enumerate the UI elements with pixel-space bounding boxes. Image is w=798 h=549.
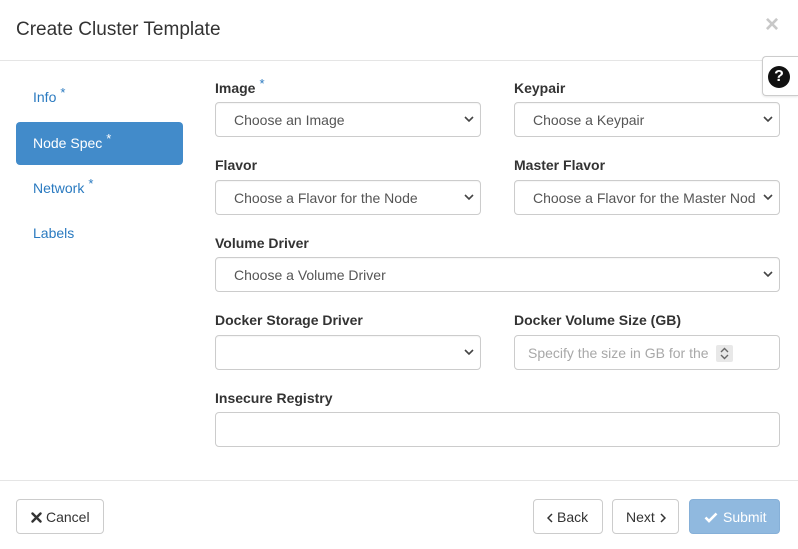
step-network-label: Network bbox=[33, 180, 85, 196]
image-select-value: Choose an Image bbox=[234, 112, 345, 128]
image-label: Image * bbox=[215, 76, 265, 96]
close-icon bbox=[31, 512, 42, 523]
required-marker: * bbox=[60, 85, 66, 100]
chevron-down-icon bbox=[464, 116, 474, 123]
master-flavor-select[interactable]: Choose a Flavor for the Master Nod bbox=[514, 180, 780, 215]
docker-volume-size-input[interactable]: Specify the size in GB for the bbox=[514, 335, 780, 370]
insecure-registry-input[interactable] bbox=[215, 412, 780, 447]
create-cluster-template-dialog: Create Cluster Template × ? Info * Node S… bbox=[0, 0, 798, 549]
docker-volume-size-label: Docker Volume Size (GB) bbox=[514, 312, 682, 328]
step-node-spec[interactable]: Node Spec * bbox=[16, 122, 183, 165]
keypair-select-value: Choose a Keypair bbox=[533, 112, 645, 128]
chevron-down-icon bbox=[763, 271, 773, 278]
step-labels-label: Labels bbox=[33, 225, 75, 241]
docker-storage-driver-select[interactable] bbox=[215, 335, 481, 370]
next-button[interactable]: Next bbox=[612, 499, 679, 534]
step-info-label: Info bbox=[33, 89, 57, 105]
submit-button-label: Submit bbox=[723, 509, 767, 525]
keypair-label: Keypair bbox=[514, 80, 566, 96]
dialog-title: Create Cluster Template bbox=[16, 19, 221, 40]
required-marker: * bbox=[88, 176, 94, 191]
close-icon[interactable]: × bbox=[762, 13, 782, 37]
submit-button[interactable]: Submit bbox=[689, 499, 780, 534]
step-node-spec-label: Node Spec bbox=[33, 135, 103, 151]
back-button[interactable]: Back bbox=[533, 499, 603, 534]
cancel-button-label: Cancel bbox=[46, 509, 90, 525]
step-network[interactable]: Network * bbox=[16, 167, 183, 210]
volume-driver-select-value: Choose a Volume Driver bbox=[234, 267, 386, 283]
volume-driver-label: Volume Driver bbox=[215, 235, 309, 251]
chevron-down-icon bbox=[762, 191, 774, 203]
back-button-label: Back bbox=[557, 509, 589, 525]
flavor-label: Flavor bbox=[215, 157, 258, 173]
required-marker: * bbox=[106, 131, 112, 146]
keypair-select[interactable]: Choose a Keypair bbox=[514, 102, 780, 137]
flavor-select[interactable]: Choose a Flavor for the Node bbox=[215, 180, 481, 215]
volume-driver-select[interactable]: Choose a Volume Driver bbox=[215, 257, 780, 292]
stepper-arrows-icon bbox=[720, 347, 729, 360]
master-flavor-label: Master Flavor bbox=[514, 157, 606, 173]
chevron-right-icon bbox=[660, 513, 666, 523]
number-stepper[interactable] bbox=[716, 345, 733, 362]
flavor-select-value: Choose a Flavor for the Node bbox=[234, 190, 418, 206]
chevron-down-icon bbox=[464, 194, 474, 201]
dialog-footer: Cancel Back Next Submit bbox=[0, 480, 798, 549]
chevron-down-icon bbox=[464, 349, 474, 356]
docker-volume-size-placeholder: Specify the size in GB for the bbox=[528, 345, 709, 361]
image-select[interactable]: Choose an Image bbox=[215, 102, 481, 137]
master-flavor-select-value: Choose a Flavor for the Master Nod bbox=[533, 190, 756, 206]
step-labels[interactable]: Labels bbox=[16, 212, 183, 255]
insecure-registry-label: Insecure Registry bbox=[215, 390, 333, 406]
chevron-down-icon bbox=[763, 116, 773, 123]
cancel-button[interactable]: Cancel bbox=[16, 499, 104, 534]
docker-storage-driver-label: Docker Storage Driver bbox=[215, 312, 363, 328]
dialog-header: Create Cluster Template × bbox=[0, 0, 798, 61]
help-button[interactable]: ? bbox=[762, 56, 798, 96]
required-marker: * bbox=[259, 76, 265, 91]
checkmark-icon bbox=[704, 512, 718, 523]
step-info[interactable]: Info * bbox=[16, 76, 183, 119]
help-icon: ? bbox=[768, 66, 790, 88]
next-button-label: Next bbox=[626, 509, 655, 525]
chevron-left-icon bbox=[547, 513, 553, 523]
